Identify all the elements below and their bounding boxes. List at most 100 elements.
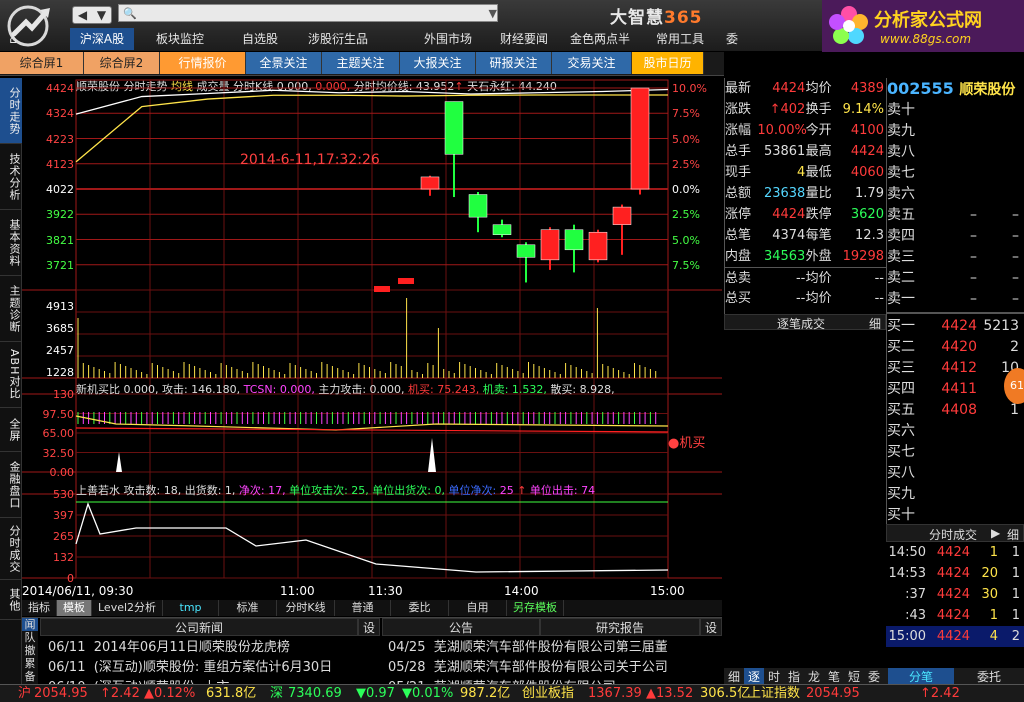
menu-jinse[interactable]: 金色两点半 <box>562 28 638 50</box>
side-tab-wen[interactable]: 闻 <box>22 618 38 631</box>
btab-lingcun[interactable]: 另存模板 <box>507 600 565 616</box>
vtab-chengjiao[interactable]: 分时成交 <box>0 518 22 580</box>
menu-waiwei[interactable]: 外围市场 <box>416 28 480 50</box>
side-tab-dui[interactable]: 队 <box>22 631 38 644</box>
trade-detail-button[interactable]: 细 <box>869 315 881 332</box>
side-mini-tab[interactable]: 时 <box>764 668 784 685</box>
research-header[interactable]: 研究报告 <box>540 618 700 636</box>
tab-quanjing[interactable]: 全景关注 <box>246 52 322 74</box>
buy-order-row[interactable]: 买九 <box>887 484 1024 505</box>
buy-order-row[interactable]: 买一 4424 5213 <box>887 316 1024 337</box>
announcement-item[interactable]: 04/25 芜湖顺荣汽车部件股份有限公司第三届董 <box>388 638 718 658</box>
tab-dabao[interactable]: 大报关注 <box>400 52 476 74</box>
nav-buttons[interactable]: ◀ ▼ <box>72 6 112 24</box>
trade-detail-header[interactable]: 逐笔成交 细 <box>724 314 886 332</box>
btab-fenshi-k[interactable]: 分时K线 <box>277 600 336 616</box>
sell-order-row[interactable]: 卖五 – – <box>887 205 1024 226</box>
back-icon[interactable]: ◀ <box>78 8 87 22</box>
btab-weibi[interactable]: 委比 <box>391 600 450 616</box>
ad-banner[interactable]: 分析家公式网 www.88gs.com <box>822 0 1024 52</box>
chart-area[interactable]: 顺荣股份 分时走势 均线 成交量 分时K线 0.000, 0.000, 分时均价… <box>22 78 724 598</box>
tab-fenbi[interactable]: 分笔 <box>888 668 954 685</box>
tick-row[interactable]: :43 4424 1 1 <box>886 605 1024 626</box>
vtab-qita[interactable]: 其他 <box>0 580 22 620</box>
sell-order-row[interactable]: 卖八 <box>887 142 1024 163</box>
btab-tmp[interactable]: tmp <box>163 600 220 616</box>
menu-caijing[interactable]: 财经要闻 <box>492 28 556 50</box>
side-tab-lei[interactable]: 累 <box>22 657 38 670</box>
side-tab-che[interactable]: 撤 <box>22 644 38 657</box>
home-icon[interactable]: ⌂ <box>0 28 26 50</box>
side-mini-tab[interactable]: 指 <box>784 668 804 685</box>
vtab-abh[interactable]: ABH对比 <box>0 342 22 408</box>
buy-order-row[interactable]: 买七 <box>887 442 1024 463</box>
order-level-label: 卖九 <box>887 123 915 139</box>
vtab-quanping[interactable]: 全屏 <box>0 408 22 452</box>
tab-zonghe2[interactable]: 综合屏2 <box>84 52 160 74</box>
vtab-zhenduan[interactable]: 主题诊断 <box>0 276 22 342</box>
sell-order-row[interactable]: 卖六 <box>887 184 1024 205</box>
vtab-fenshi[interactable]: 分时走势 <box>0 78 22 144</box>
vtab-jiben[interactable]: 基本资料 <box>0 210 22 276</box>
dropdown-icon[interactable]: ▼ <box>97 8 106 22</box>
tab-zhuti[interactable]: 主题关注 <box>322 52 400 74</box>
tab-zonghe1[interactable]: 综合屏1 <box>0 52 84 74</box>
menu-yansheng[interactable]: 涉股衍生品 <box>302 28 374 50</box>
sell-order-row[interactable]: 卖九 <box>887 121 1024 142</box>
company-news-header[interactable]: 公司新闻 <box>40 618 358 636</box>
menu-bankuai[interactable]: 板块监控 <box>148 28 212 50</box>
sell-order-row[interactable]: 卖四 – – <box>887 226 1024 247</box>
menu-tools[interactable]: 常用工具 <box>650 28 710 50</box>
search-dropdown-icon[interactable]: ▼ <box>489 7 497 20</box>
buy-order-row[interactable]: 买二 4420 2 <box>887 337 1024 358</box>
research-settings-button[interactable]: 设 <box>700 618 722 636</box>
side-tab-bei[interactable]: 备 <box>22 670 38 683</box>
tick-row[interactable]: 14:50 4424 1 1 <box>886 542 1024 563</box>
news-settings-button[interactable]: 设 <box>358 618 380 636</box>
buy-order-row[interactable]: 买五 4408 1 <box>887 400 1024 421</box>
search-input[interactable]: 🔍 ▼ <box>118 4 498 22</box>
sell-order-row[interactable]: 卖七 <box>887 163 1024 184</box>
menu-more[interactable]: 委 <box>722 28 742 50</box>
buy-order-row[interactable]: 买十 <box>887 505 1024 526</box>
vtab-jinrong[interactable]: 金融盘口 <box>0 452 22 518</box>
vtab-jishu[interactable]: 技术分析 <box>0 144 22 210</box>
buy-order-row[interactable]: 买三 4412 10 <box>887 358 1024 379</box>
btab-biaozhun[interactable]: 标准 <box>219 600 278 616</box>
sell-order-row[interactable]: 卖一 – – <box>887 289 1024 310</box>
news-item[interactable]: 06/11 (深互动)顺荣股份: 重组方案估计6月30日 <box>48 658 380 678</box>
announcement-item[interactable]: 05/28 芜湖顺荣汽车部件股份有限公司关于公司 <box>388 658 718 678</box>
tick-row[interactable]: 14:53 4424 20 1 <box>886 563 1024 584</box>
sell-order-row[interactable]: 卖二 – – <box>887 268 1024 289</box>
tick-expand-icon[interactable]: ▶ <box>991 526 1000 540</box>
buy-order-row[interactable]: 买八 <box>887 463 1024 484</box>
tick-detail-button[interactable]: 细 <box>1007 526 1019 543</box>
tab-weituo[interactable]: 委托 <box>956 668 1022 685</box>
side-mini-tab[interactable]: 细 <box>724 668 744 685</box>
menu-zixuan[interactable]: 自选股 <box>230 28 290 50</box>
side-mini-tab[interactable]: 龙 <box>804 668 824 685</box>
tab-hangqing[interactable]: 行情报价 <box>160 52 246 74</box>
news-item[interactable]: 06/11 2014年06月11日顺荣股份龙虎榜 <box>48 638 380 658</box>
tab-rili[interactable]: 股市日历 <box>632 52 704 74</box>
tick-row[interactable]: 15:00 4424 4 2 <box>886 626 1024 647</box>
side-mini-tab[interactable]: 委 <box>864 668 884 685</box>
sell-order-row[interactable]: 卖十 <box>887 100 1024 121</box>
btab-level2[interactable]: Level2分析 <box>92 600 164 616</box>
float-badge[interactable]: 61 <box>1004 368 1024 404</box>
btab-zhibiao[interactable]: 指标 <box>22 600 57 616</box>
side-mini-tab[interactable]: 逐 <box>744 668 764 685</box>
tab-jiaoyi[interactable]: 交易关注 <box>552 52 632 74</box>
btab-putong[interactable]: 普通 <box>335 600 392 616</box>
side-mini-tab[interactable]: 笔 <box>824 668 844 685</box>
menu-hushen-a[interactable]: 沪深A股 <box>70 28 134 50</box>
buy-order-row[interactable]: 买六 <box>887 421 1024 442</box>
announcement-header[interactable]: 公告 <box>382 618 540 636</box>
btab-ziyong[interactable]: 自用 <box>449 600 508 616</box>
tab-yanbao[interactable]: 研报关注 <box>476 52 552 74</box>
sell-order-row[interactable]: 卖三 – – <box>887 247 1024 268</box>
tick-list-header[interactable]: 分时成交 ▶ 细 <box>886 524 1024 542</box>
side-mini-tab[interactable]: 短 <box>844 668 864 685</box>
btab-muban[interactable]: 模板 <box>57 600 92 616</box>
tick-row[interactable]: :37 4424 30 1 <box>886 584 1024 605</box>
